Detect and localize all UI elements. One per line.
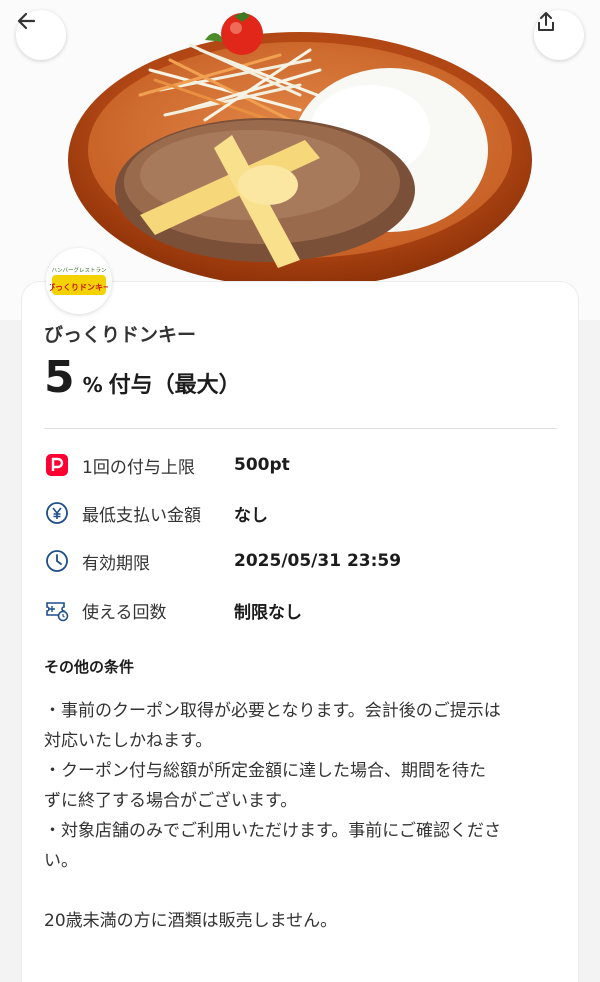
condition-line: ・対象店舗のみでご利用いただけます。事前にご確認くださ [44, 821, 501, 841]
yen-icon [44, 500, 70, 526]
detail-label: 最低支払い金額 [82, 505, 201, 526]
detail-value: 制限なし [234, 602, 302, 623]
bikkuri-donkey-logo: ハンバーグレストラン びっくりドンキー [50, 266, 108, 295]
condition-line: ずに終了する場合がございます。 [44, 791, 298, 811]
detail-value: 2025/05/31 23:59 [234, 551, 402, 571]
detail-label: 有効期限 [82, 553, 150, 574]
share-button[interactable] [534, 10, 584, 60]
share-icon [538, 12, 554, 31]
detail-row-min-payment: 最低支払い金額 なし [44, 498, 268, 528]
divider [44, 428, 557, 429]
condition-line: ・事前のクーポン取得が必要となります。会計後のご提示は [44, 701, 501, 721]
detail-value: なし [234, 505, 268, 526]
detail-label: 1回の付与上限 [82, 457, 195, 478]
store-name: びっくりドンキー [44, 324, 197, 346]
detail-row-usage-count: 使える回数 制限なし [44, 595, 302, 625]
condition-line: 対応いたしかねます。 [44, 731, 213, 751]
arrow-left-icon [17, 12, 36, 30]
detail-row-limit: 1回の付与上限 500pt [44, 450, 290, 480]
svg-text:ハンバーグレストラン: ハンバーグレストラン [51, 266, 107, 274]
svg-text:びっくりドンキー: びっくりドンキー [50, 282, 108, 292]
paypay-icon [44, 452, 70, 478]
condition-line: い。 [44, 851, 78, 871]
ticket-icon [44, 597, 70, 623]
reward-rate-text: 付与（最大） [108, 373, 241, 398]
back-button[interactable] [16, 10, 66, 60]
reward-rate: 5 % 付与（最大） [44, 352, 241, 404]
store-logo: ハンバーグレストラン びっくりドンキー [46, 248, 112, 314]
reward-rate-unit: % [82, 373, 103, 397]
condition-line: ・クーポン付与総額が所定金額に達した場合、期間を待た [44, 761, 486, 781]
detail-value: 500pt [234, 455, 290, 475]
reward-rate-number: 5 [44, 352, 75, 403]
clock-icon [44, 548, 70, 574]
detail-row-expiry: 有効期限 2025/05/31 23:59 [44, 546, 401, 576]
detail-label: 使える回数 [82, 602, 167, 623]
condition-line: 20歳未満の方に酒類は販売しません。 [44, 911, 338, 931]
conditions-title: その他の条件 [44, 658, 135, 676]
